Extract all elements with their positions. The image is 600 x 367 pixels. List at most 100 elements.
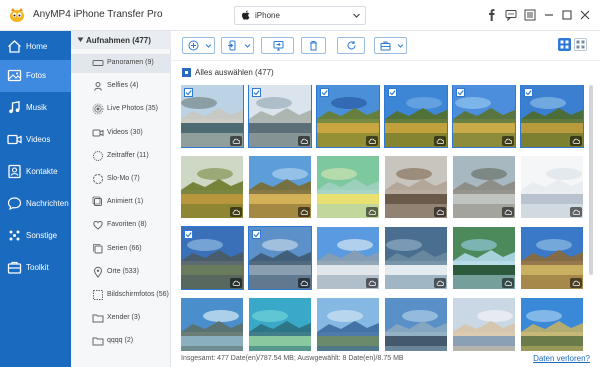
export-to-device-button[interactable] [221, 37, 254, 54]
sidebar-item-kontakte[interactable]: Kontakte [0, 156, 71, 188]
photo-checkbox[interactable] [252, 230, 261, 239]
photo-thumbnail[interactable] [453, 227, 515, 289]
cloud-icon [436, 280, 444, 286]
photo-thumbnail[interactable] [317, 156, 379, 218]
cloud-icon [504, 280, 512, 286]
title-bar: AnyMP4 iPhone Transfer Pro iPhone [0, 0, 600, 31]
category-item[interactable]: Bildschirmfotos (56) [71, 286, 171, 305]
screenshot-icon [93, 290, 103, 300]
photo-thumbnail[interactable] [248, 85, 312, 148]
photo-thumbnail[interactable] [181, 298, 243, 351]
export-to-pc-button[interactable] [261, 37, 294, 54]
select-all-checkbox[interactable] [182, 68, 191, 77]
photo-checkbox[interactable] [320, 88, 329, 97]
photo-image [385, 298, 447, 351]
category-item[interactable]: Serien (66) [71, 240, 171, 259]
icloud-badge [434, 207, 446, 217]
photo-thumbnail[interactable] [249, 298, 311, 351]
category-item[interactable]: Favoriten (8) [71, 216, 171, 235]
photo-thumbnail[interactable] [453, 156, 515, 218]
delete-button[interactable] [301, 37, 326, 54]
scrollbar[interactable] [589, 85, 594, 351]
icloud-badge [230, 207, 242, 217]
photo-thumbnail[interactable] [521, 156, 583, 218]
photo-thumbnail[interactable] [385, 227, 447, 289]
photo-image [521, 298, 583, 351]
icloud-badge [298, 278, 310, 288]
sidebar-item-home[interactable]: Home [0, 31, 71, 63]
music-icon [9, 101, 20, 114]
photo-thumbnail[interactable] [384, 85, 448, 148]
photo-checkbox[interactable] [184, 230, 193, 239]
toolkit-icon [7, 261, 22, 274]
facebook-icon[interactable] [486, 9, 498, 21]
feedback-icon[interactable] [505, 9, 517, 21]
category-item[interactable]: Panoramen (9) [71, 54, 171, 73]
photo-thumbnail[interactable] [181, 226, 244, 290]
check-icon [321, 90, 328, 96]
photo-thumbnail[interactable] [520, 85, 584, 148]
grid-view-button[interactable] [558, 38, 571, 51]
device-name: iPhone [255, 11, 280, 20]
icloud-badge [298, 207, 310, 217]
category-item[interactable]: Xender (3) [71, 309, 171, 328]
others-icon [9, 230, 20, 241]
cloud-icon [368, 209, 376, 215]
photo-thumbnail[interactable] [452, 85, 516, 148]
photo-thumbnail[interactable] [521, 298, 583, 351]
maximize-icon[interactable] [561, 9, 573, 21]
category-item[interactable]: Slo-Mo (7) [71, 170, 171, 189]
photo-checkbox[interactable] [184, 88, 193, 97]
scrollbar-thumb[interactable] [589, 85, 593, 275]
minimize-icon[interactable] [543, 9, 555, 21]
photo-checkbox[interactable] [524, 88, 533, 97]
icloud-badge [570, 207, 582, 217]
photo-thumbnail[interactable] [453, 298, 515, 351]
photo-thumbnail[interactable] [249, 156, 311, 218]
sidebar-item-videos[interactable]: Videos [0, 124, 71, 156]
refresh-button[interactable] [337, 37, 365, 54]
data-lost-link[interactable]: Daten verloren? [533, 354, 590, 363]
check-icon [185, 232, 192, 238]
sidebar-item-sonstige[interactable]: Sonstige [0, 220, 71, 252]
app-logo-icon [10, 8, 24, 22]
category-item[interactable]: qqqq (2) [71, 332, 171, 351]
sidebar-item-musik[interactable]: Musik [0, 92, 71, 124]
photo-thumbnail[interactable] [181, 156, 243, 218]
list-view-button[interactable] [574, 38, 587, 51]
photo-checkbox[interactable] [456, 88, 465, 97]
export-pc-icon [273, 41, 284, 51]
category-header[interactable]: Aufnahmen (477) [71, 31, 171, 49]
sidebar-item-label: Fotos [26, 71, 47, 80]
category-item[interactable]: Orte (533) [71, 263, 171, 282]
device-selector[interactable]: iPhone [234, 6, 366, 25]
photo-thumbnail[interactable] [248, 226, 312, 290]
sidebar-item-label: Kontakte [26, 167, 58, 176]
close-icon[interactable] [579, 9, 591, 21]
photo-image [453, 298, 515, 351]
category-item[interactable]: Selfies (4) [71, 77, 171, 96]
menu-icon[interactable] [524, 9, 536, 21]
sidebar-item-nachrichten[interactable]: Nachrichten [0, 188, 71, 220]
category-item[interactable]: Videos (30) [71, 124, 171, 143]
sidebar-item-fotos[interactable]: Fotos [0, 60, 71, 92]
category-item[interactable]: Live Photos (35) [71, 100, 171, 119]
photo-checkbox[interactable] [388, 88, 397, 97]
photo-thumbnail[interactable] [521, 227, 583, 289]
photo-thumbnail[interactable] [385, 156, 447, 218]
add-button[interactable] [182, 37, 215, 54]
sidebar-item-toolkit[interactable]: Toolkit [0, 252, 71, 284]
photo-thumbnail[interactable] [385, 298, 447, 351]
photo-thumbnail[interactable] [181, 85, 244, 148]
category-item-label: Serien (66) [107, 244, 142, 252]
photo-thumbnail[interactable] [317, 227, 379, 289]
photo-thumbnail[interactable] [316, 85, 380, 148]
toolbox-button[interactable] [374, 37, 407, 54]
cloud-icon [300, 138, 308, 144]
category-item[interactable]: Zeitraffer (11) [71, 147, 171, 166]
sidebar-item-label: Musik [26, 103, 47, 112]
cloud-icon [368, 138, 376, 144]
photo-thumbnail[interactable] [317, 298, 379, 351]
photo-checkbox[interactable] [252, 88, 261, 97]
category-item[interactable]: Animiert (1) [71, 193, 171, 212]
